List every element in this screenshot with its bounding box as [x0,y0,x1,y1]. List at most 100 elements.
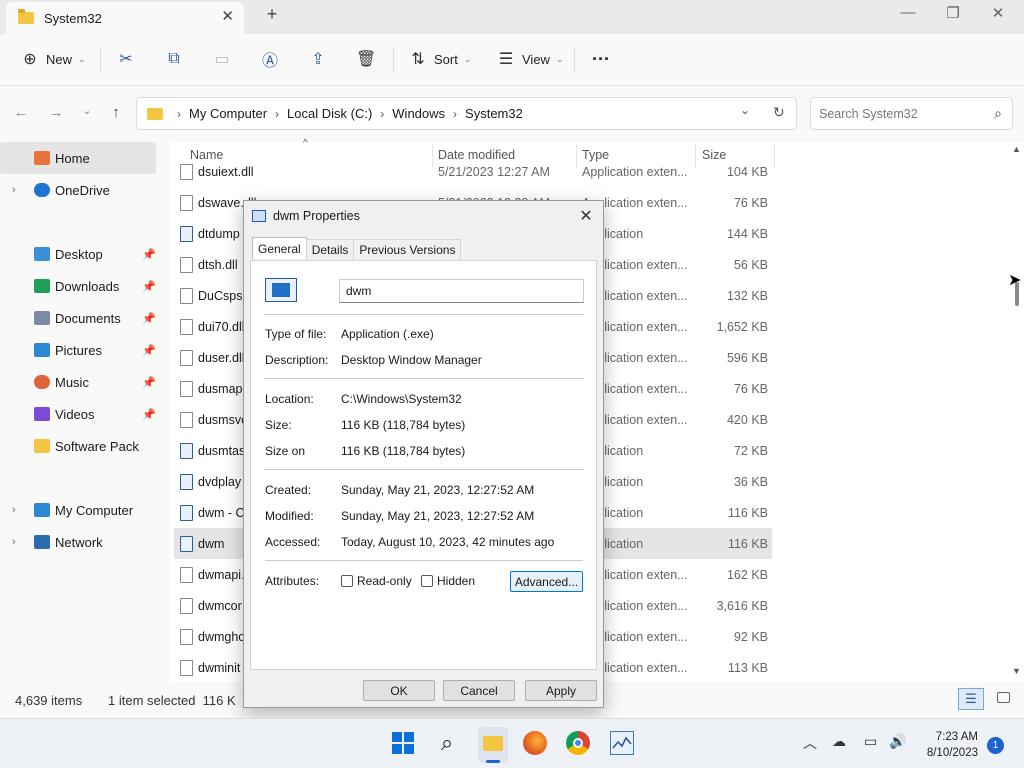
copy-button[interactable]: ⧉ [164,48,184,70]
show-hidden-icons-chevron-icon[interactable]: ︿ [803,733,817,753]
column-divider[interactable] [774,144,775,168]
forward-arrow-icon[interactable]: → [47,104,65,121]
chevron-right-icon[interactable]: › [12,184,16,196]
minimize-button[interactable]: — [898,4,918,21]
rename-button[interactable]: Ⓐ [260,48,280,70]
delete-button[interactable]: 🗑 [356,48,376,70]
address-bar[interactable]: › My Computer › Local Disk (C:) › Window… [136,97,797,130]
checkbox-box[interactable] [341,575,353,587]
pin-icon: 📌 [142,344,156,357]
close-window-button[interactable]: ✕ [988,4,1008,22]
tiles-view-icon[interactable] [997,692,1010,703]
details-view-icon[interactable]: ☰ [958,688,984,710]
sidebar-item-label: Software Pack [55,438,139,454]
breadcrumb-my-computer[interactable]: My Computer [189,106,267,121]
search-input[interactable]: Search System32 ⌕ [810,97,1013,130]
chevron-right-icon[interactable]: › [275,107,279,121]
application-file-icon [180,536,193,552]
folder-icon [147,107,163,120]
scroll-down-arrow-icon[interactable]: ▼ [1012,666,1021,676]
chevron-right-icon[interactable]: › [380,107,384,121]
home-icon [34,151,50,165]
start-button[interactable] [391,731,415,755]
sidebar-item-label: Videos [55,406,95,422]
volume-icon[interactable]: 🔊 [889,733,906,750]
tab-system32[interactable]: System32 ✕ [6,2,244,34]
recent-locations-chevron-icon[interactable]: ⌄ [78,104,96,117]
network-icon[interactable]: ▭ [864,733,877,750]
videos-icon [34,407,50,421]
file-name-field[interactable]: dwm [339,279,584,303]
breadcrumb-local-disk[interactable]: Local Disk (C:) [287,106,372,121]
breadcrumb-windows[interactable]: Windows [392,106,445,121]
dll-file-icon [180,660,193,676]
sidebar-item-pictures[interactable]: Pictures 📌 [0,334,156,366]
chevron-right-icon[interactable]: › [177,107,181,121]
sidebar-item-downloads[interactable]: Downloads 📌 [0,270,156,302]
dialog-close-icon[interactable]: ✕ [577,206,595,226]
hidden-checkbox[interactable]: Hidden [421,574,475,588]
file-type: Application exten... [582,165,688,179]
checkbox-box[interactable] [421,575,433,587]
sidebar-item-documents[interactable]: Documents 📌 [0,302,156,334]
sidebar-item-software-pack[interactable]: Software Pack [0,430,156,462]
onedrive-offline-icon[interactable]: ☁ [832,733,846,750]
back-arrow-icon[interactable]: ← [12,104,30,121]
sidebar-item-network[interactable]: › Network [0,526,156,558]
file-size: 72 KB [733,444,768,458]
share-button[interactable]: ⇪ [308,48,328,70]
sidebar-item-my-computer[interactable]: › My Computer [0,494,156,526]
chevron-right-icon[interactable]: › [12,504,16,516]
vertical-scrollbar[interactable]: ▲ ▼ [1012,142,1024,682]
file-name: duser.dll [198,351,245,365]
modified-value: Sunday, May 21, 2023, 12:27:52 AM [341,509,535,523]
tab-details[interactable]: Details [305,239,355,260]
tab-previous-versions[interactable]: Previous Versions [353,239,462,260]
apply-button[interactable]: Apply [525,680,597,701]
file-name: dtdump [198,227,240,241]
tab-close-icon[interactable]: ✕ [221,7,234,25]
cut-button[interactable]: ✂ [116,48,136,70]
sidebar-item-videos[interactable]: Videos 📌 [0,398,156,430]
title-bar: System32 ✕ + — ❐ ✕ [0,0,1024,34]
clock[interactable]: 7:23 AM 8/10/2023 [927,729,978,761]
tab-general[interactable]: General [252,237,307,259]
sidebar-item-label: Home [55,150,90,166]
sidebar-item-label: Pictures [55,342,102,358]
chrome-icon[interactable] [566,731,590,755]
resource-monitor-icon[interactable] [610,731,634,755]
cancel-button[interactable]: Cancel [443,680,515,701]
new-button[interactable]: ⊕ New ⌄ [20,48,85,70]
view-button[interactable]: ☰ View ⌄ [496,48,564,70]
table-row[interactable]: dsuiext.dll 5/21/2023 12:27 AM Application… [174,156,772,187]
more-options-button[interactable]: ··· [592,48,610,70]
refresh-icon[interactable]: ↻ [773,104,785,121]
up-arrow-icon[interactable]: ↑ [107,104,125,121]
notification-badge[interactable]: 1 [987,737,1004,754]
sidebar-item-onedrive[interactable]: › OneDrive [0,174,156,206]
firefox-icon[interactable] [523,731,547,755]
scroll-up-arrow-icon[interactable]: ▲ [1012,144,1021,154]
breadcrumb-system32[interactable]: System32 [465,106,523,121]
file-explorer-taskbar-button[interactable] [478,727,508,763]
chevron-right-icon[interactable]: › [453,107,457,121]
maximize-button[interactable]: ❐ [943,4,963,22]
sidebar-item-home[interactable]: Home [0,142,156,174]
paste-button[interactable]: ▭ [212,48,232,70]
sidebar-item-desktop[interactable]: Desktop 📌 [0,238,156,270]
file-name: dvdplay [198,475,242,489]
sidebar-item-label: Downloads [55,278,120,294]
address-history-chevron-icon[interactable]: ⌄ [740,103,750,117]
sidebar-item-music[interactable]: Music 📌 [0,366,156,398]
sidebar-item-label: Desktop [55,246,103,262]
new-tab-button[interactable]: + [262,4,282,25]
ok-button[interactable]: OK [363,680,435,701]
location-label: Location: [265,392,314,406]
search-icon[interactable]: ⌕ [435,731,459,755]
file-name: dusmsvc [198,413,248,427]
view-label: View [522,51,550,67]
sort-button[interactable]: ⇅ Sort ⌄ [408,48,471,70]
advanced-button[interactable]: Advanced... [510,571,583,592]
chevron-right-icon[interactable]: › [12,536,16,548]
read-only-checkbox[interactable]: Read-only [341,574,412,588]
